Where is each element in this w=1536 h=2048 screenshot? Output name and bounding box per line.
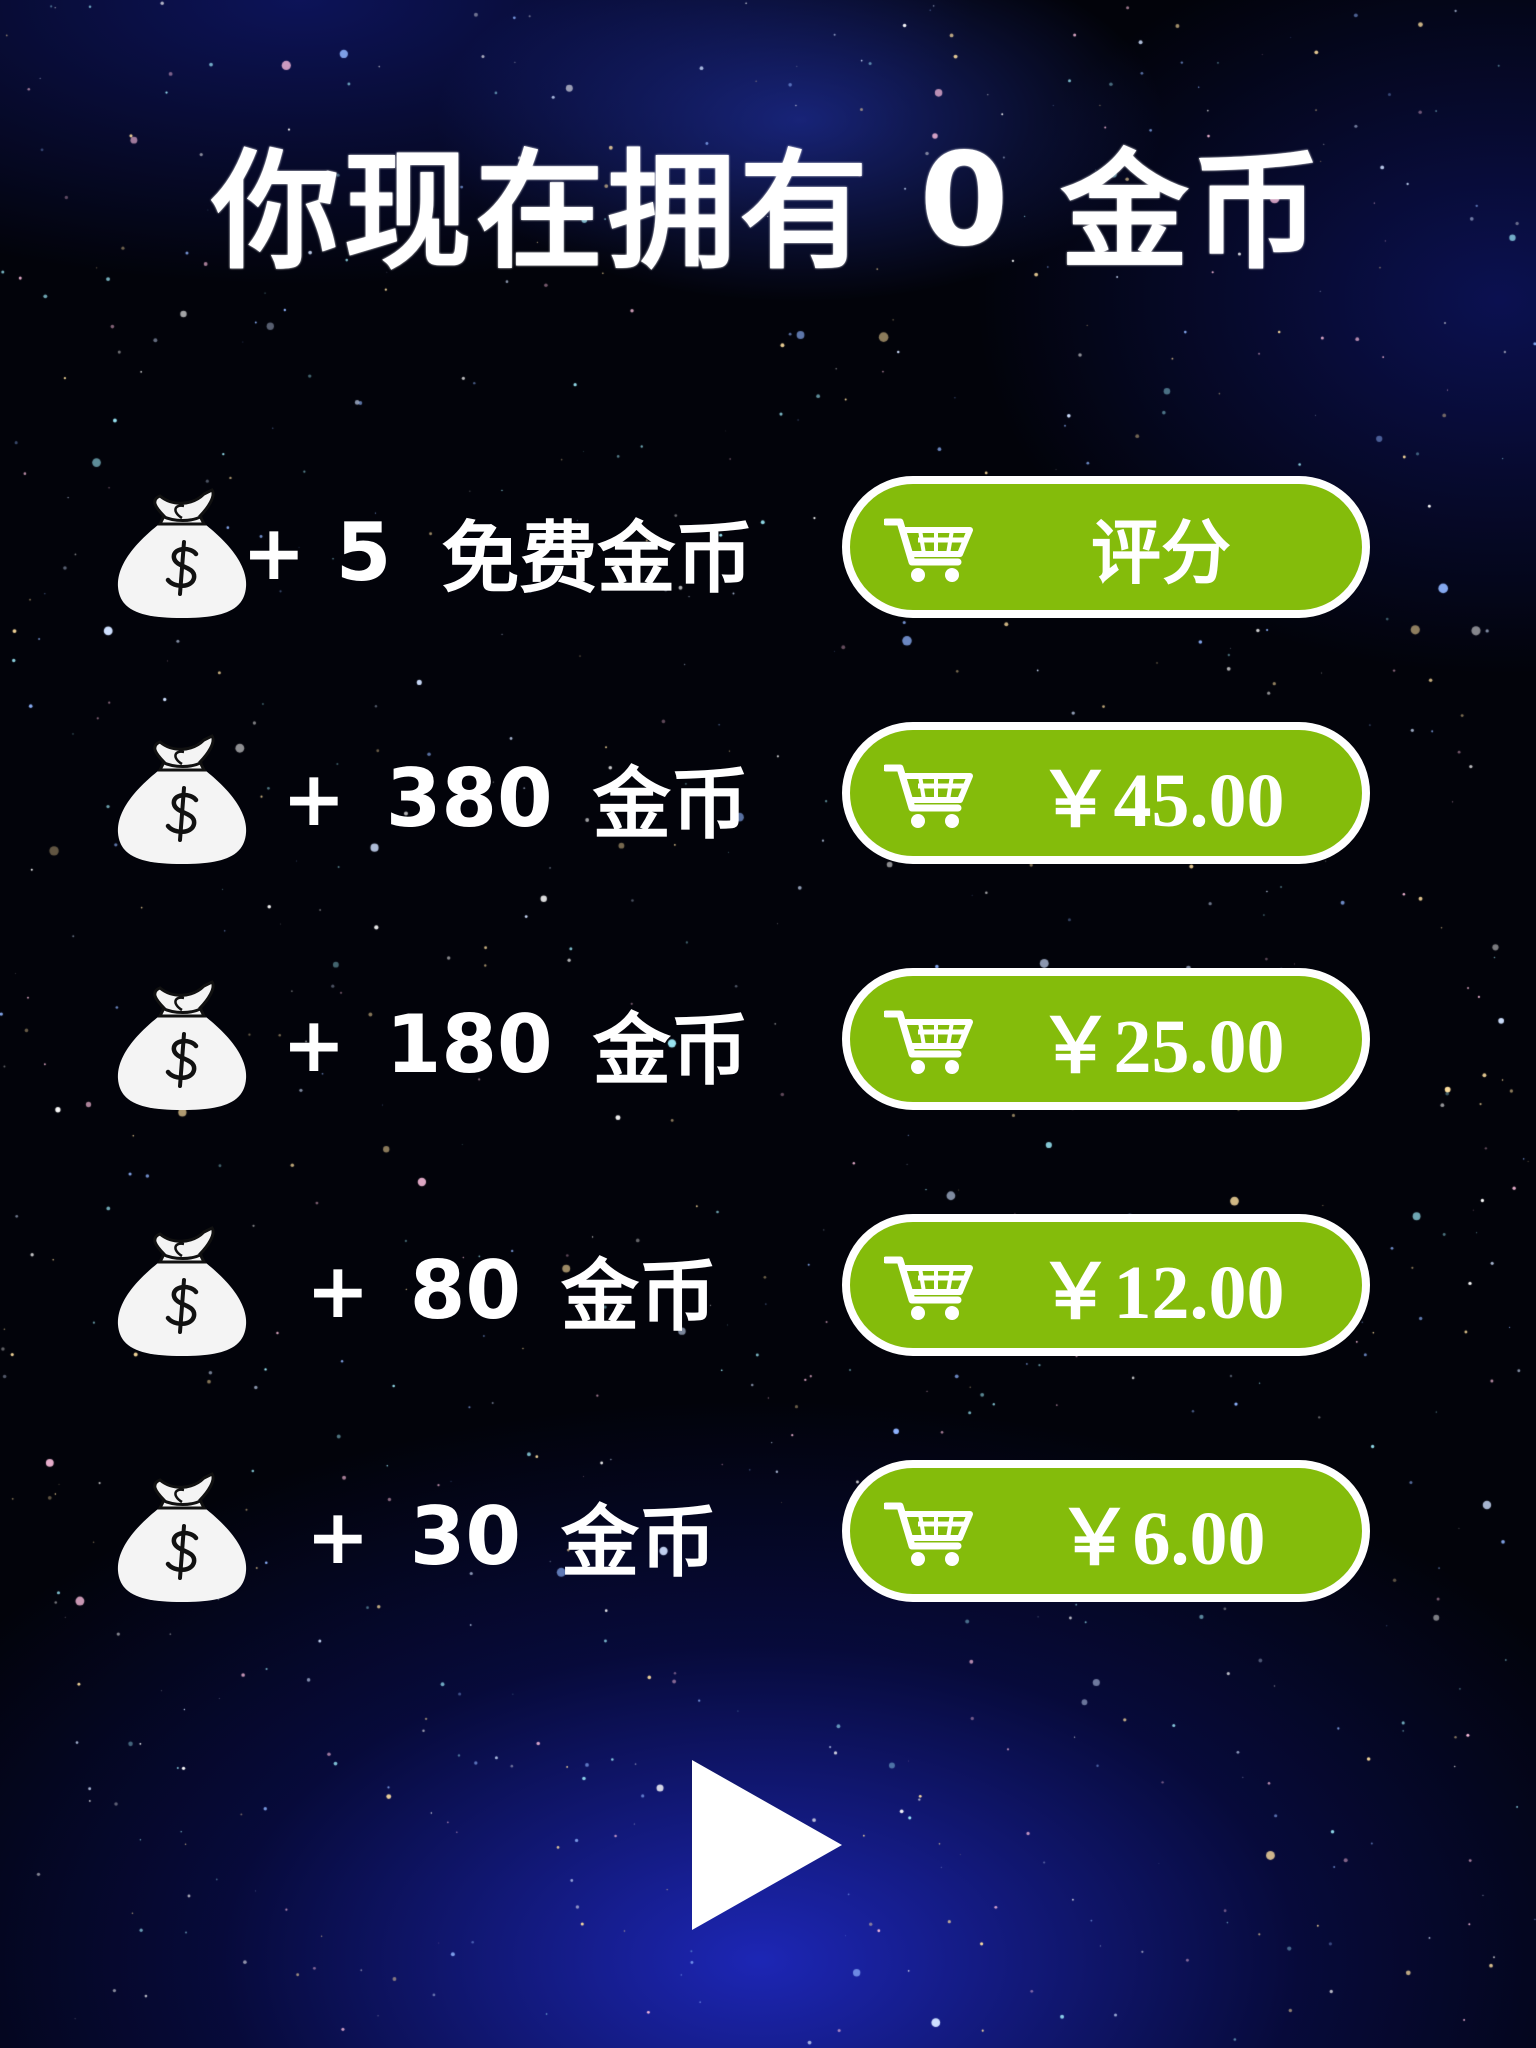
- offer-row-180: + 180 金币 ￥25.00: [0, 968, 1536, 1124]
- price-label: ￥45.00: [1037, 759, 1285, 843]
- offer-unit: 金币: [592, 760, 749, 850]
- money-bag-icon: [112, 728, 252, 868]
- price-label: ￥6.00: [1056, 1497, 1266, 1581]
- offer-amount: 180: [385, 997, 553, 1091]
- offer-label: + 80 金币: [306, 1220, 717, 1360]
- offer-row-80: + 80 金币 ￥12.00: [0, 1214, 1536, 1370]
- offer-amount: 5: [335, 505, 392, 599]
- play-icon[interactable]: [692, 1760, 842, 1930]
- shopping-cart-icon: [884, 1252, 974, 1322]
- coin-balance-value: 0: [919, 125, 1013, 275]
- shopping-cart-icon: [884, 760, 974, 830]
- shopping-cart-icon: [884, 1498, 974, 1568]
- money-bag-icon: [112, 482, 252, 622]
- price-label: ￥25.00: [1037, 1005, 1285, 1089]
- offer-plus: +: [306, 1491, 370, 1581]
- offer-amount: 80: [409, 1243, 522, 1337]
- money-bag-icon: [112, 1466, 252, 1606]
- buy-button-180[interactable]: ￥25.00: [842, 968, 1370, 1110]
- buy-button-80[interactable]: ￥12.00: [842, 1214, 1370, 1356]
- buy-button-380[interactable]: ￥45.00: [842, 722, 1370, 864]
- offer-row-380: + 380 金币 ￥45.00: [0, 722, 1536, 878]
- offer-plus: +: [242, 507, 306, 597]
- offer-label: + 30 金币: [306, 1466, 717, 1606]
- offer-unit: 金币: [561, 1498, 718, 1588]
- offer-plus: +: [282, 753, 346, 843]
- buy-button-30[interactable]: ￥6.00: [842, 1460, 1370, 1602]
- offer-row-30: + 30 金币 ￥6.00: [0, 1460, 1536, 1616]
- offer-amount: 380: [385, 751, 553, 845]
- shopping-cart-icon: [884, 514, 974, 584]
- offer-plus: +: [306, 1245, 370, 1335]
- money-bag-icon: [112, 1220, 252, 1360]
- offer-unit: 免费金币: [441, 514, 754, 604]
- coin-balance-title: 你现在拥有 0 金币: [0, 120, 1536, 287]
- offer-plus: +: [282, 999, 346, 1089]
- offer-amount: 30: [409, 1489, 522, 1583]
- offer-unit: 金币: [561, 1252, 718, 1342]
- title-suffix: 金币: [1060, 137, 1325, 287]
- rate-button[interactable]: 评分: [842, 476, 1370, 618]
- play-button[interactable]: [688, 1756, 848, 1934]
- offer-label: + 380 金币: [282, 728, 749, 868]
- offer-row-free: + 5 免费金币 评分: [0, 476, 1536, 632]
- offer-unit: 金币: [592, 1006, 749, 1096]
- money-bag-icon: [112, 974, 252, 1114]
- offer-label: + 5 免费金币: [242, 482, 753, 622]
- offer-label: + 180 金币: [282, 974, 749, 1114]
- rate-button-label: 评分: [1091, 511, 1231, 594]
- game-shop-screen: 你现在拥有 0 金币 + 5 免费金币 评分 + 380 金币 ￥45.00 +…: [0, 0, 1536, 2048]
- shopping-cart-icon: [884, 1006, 974, 1076]
- price-label: ￥12.00: [1037, 1251, 1285, 1335]
- title-prefix: 你现在拥有: [211, 137, 872, 287]
